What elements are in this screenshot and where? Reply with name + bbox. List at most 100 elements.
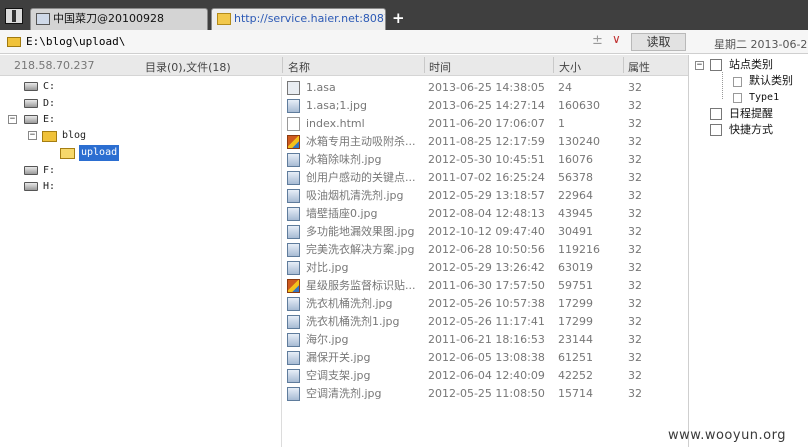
image-file-icon xyxy=(287,99,300,113)
file-row[interactable]: 吸油烟机清洗剂.jpg 2012-05-29 13:18:57 22964 32 xyxy=(284,187,688,205)
file-row[interactable]: 漏保开关.jpg 2012-06-05 13:08:38 61251 32 xyxy=(284,349,688,367)
file-row[interactable]: 洗衣机桶洗剂.jpg 2012-05-26 10:57:38 17299 32 xyxy=(284,295,688,313)
column-header-attr[interactable]: 属性 xyxy=(628,59,650,75)
folder-icon xyxy=(42,131,57,142)
current-date: 星期二 2013-06-25 xyxy=(714,38,808,51)
file-attr: 32 xyxy=(628,189,642,202)
type1-node[interactable]: Type1 xyxy=(749,91,779,105)
path-input[interactable]: E:\blog\upload\ xyxy=(26,33,630,51)
drive-label: F: xyxy=(43,165,56,176)
file-size: 16076 xyxy=(558,153,593,166)
drive-label: E: xyxy=(43,114,56,125)
file-size: 130240 xyxy=(558,135,600,148)
file-name: 海尔.jpg xyxy=(306,333,349,346)
file-attr: 32 xyxy=(628,315,642,328)
column-header-time[interactable]: 时间 xyxy=(429,59,451,75)
collapse-toggle-icon[interactable]: − xyxy=(695,61,704,70)
file-attr: 32 xyxy=(628,297,642,310)
column-divider[interactable] xyxy=(623,57,624,73)
tree-drive-e[interactable]: − E: xyxy=(8,112,68,128)
image-file-icon xyxy=(287,189,300,203)
add-bookmark-icon[interactable]: ± xyxy=(592,33,603,48)
file-attr: 32 xyxy=(628,243,642,256)
file-row[interactable]: 洗衣机桶洗剂1.jpg 2012-05-26 11:17:41 17299 32 xyxy=(284,313,688,331)
file-time: 2011-06-21 18:16:53 xyxy=(428,333,545,346)
drive-icon xyxy=(24,99,38,108)
file-name: 完美洗衣解决方案.jpg xyxy=(306,243,415,256)
file-name: 吸油烟机清洗剂.jpg xyxy=(306,189,404,202)
file-name: 洗衣机桶洗剂1.jpg xyxy=(306,315,400,328)
window-menu-icon[interactable] xyxy=(5,8,23,24)
file-row[interactable]: 对比.jpg 2012-05-29 13:26:42 63019 32 xyxy=(284,259,688,277)
asp-file-icon xyxy=(287,81,300,95)
address-bar: E:\blog\upload\ ± ∨ 读取 星期二 2013-06-25 xyxy=(0,30,808,54)
window-icon xyxy=(36,13,50,25)
file-attr: 32 xyxy=(628,351,642,364)
file-attr: 32 xyxy=(628,369,642,382)
file-time: 2012-05-26 11:17:41 xyxy=(428,315,545,328)
file-row[interactable]: 墙壁插座0.jpg 2012-08-04 12:48:13 43945 32 xyxy=(284,205,688,223)
image-file-icon xyxy=(287,369,300,383)
column-divider[interactable] xyxy=(553,57,554,73)
file-row[interactable]: 海尔.jpg 2011-06-21 18:16:53 23144 32 xyxy=(284,331,688,349)
file-time: 2011-06-30 17:57:50 xyxy=(428,279,545,292)
tab-caidao[interactable]: 中国菜刀@20100928 xyxy=(30,8,208,30)
read-button[interactable]: 读取 xyxy=(631,33,686,51)
site-category-node[interactable]: 站点类别 xyxy=(729,58,773,72)
picture-file-icon xyxy=(287,135,300,149)
file-row[interactable]: 多功能地漏效果图.jpg 2012-10-12 09:47:40 30491 32 xyxy=(284,223,688,241)
file-row[interactable]: 创用户感动的关键点... 2011-07-02 16:25:24 56378 32 xyxy=(284,169,688,187)
file-row[interactable]: index.html 2011-06-20 17:06:07 1 32 xyxy=(284,115,688,133)
file-time: 2011-08-25 12:17:59 xyxy=(428,135,545,148)
tree-folder-blog[interactable]: − blog xyxy=(28,128,108,144)
schedule-node[interactable]: 日程提醒 xyxy=(729,107,773,121)
file-attr: 32 xyxy=(628,171,642,184)
collapse-toggle-icon[interactable]: − xyxy=(28,131,37,140)
file-row[interactable]: 冰箱专用主动吸附杀... 2011-08-25 12:17:59 130240 32 xyxy=(284,133,688,151)
default-category-node[interactable]: 默认类别 xyxy=(749,74,793,88)
new-tab-button[interactable]: + xyxy=(392,10,405,26)
image-file-icon xyxy=(287,225,300,239)
list-header: 218.58.70.237 目录(0),文件(18) 名称 时间 大小 属性 xyxy=(0,55,688,76)
file-row[interactable]: 完美洗衣解决方案.jpg 2012-06-28 10:50:56 119216 32 xyxy=(284,241,688,259)
chevron-down-icon[interactable]: ∨ xyxy=(612,32,621,46)
tab-label: 中国菜刀@20100928 xyxy=(53,12,164,25)
folder-icon xyxy=(7,37,21,47)
drive-icon xyxy=(24,115,38,124)
html-file-icon xyxy=(287,117,300,131)
file-time: 2012-05-30 10:45:51 xyxy=(428,153,545,166)
file-attr: 32 xyxy=(628,225,642,238)
shortcuts-node[interactable]: 快捷方式 xyxy=(729,123,773,137)
file-size: 30491 xyxy=(558,225,593,238)
file-row[interactable]: 冰箱除味剂.jpg 2012-05-30 10:45:51 16076 32 xyxy=(284,151,688,169)
file-size: 24 xyxy=(558,81,572,94)
column-header-name[interactable]: 名称 xyxy=(288,59,310,75)
file-time: 2012-06-05 13:08:38 xyxy=(428,351,545,364)
file-size: 119216 xyxy=(558,243,600,256)
file-attr: 32 xyxy=(628,387,642,400)
file-row[interactable]: 星级服务监督标识贴... 2011-06-30 17:57:50 59751 32 xyxy=(284,277,688,295)
column-divider[interactable] xyxy=(282,57,283,73)
file-time: 2012-05-26 10:57:38 xyxy=(428,297,545,310)
file-size: 23144 xyxy=(558,333,593,346)
collapse-toggle-icon[interactable]: − xyxy=(8,115,17,124)
file-name: 漏保开关.jpg xyxy=(306,351,371,364)
file-attr: 32 xyxy=(628,99,642,112)
file-row[interactable]: 1.asa 2013-06-25 14:38:05 24 32 xyxy=(284,79,688,97)
file-attr: 32 xyxy=(628,153,642,166)
file-row[interactable]: 空调支架.jpg 2012-06-04 12:40:09 42252 32 xyxy=(284,367,688,385)
site-panel: − 站点类别 默认类别 Type1 日程提醒 快捷方式 xyxy=(688,55,808,447)
file-row[interactable]: 空调清洗剂.jpg 2012-05-25 11:08:50 15714 32 xyxy=(284,385,688,403)
tab-service-url[interactable]: http://service.haier.net:8087/... xyxy=(211,8,386,30)
tree-line xyxy=(722,72,723,99)
directory-summary: 目录(0),文件(18) xyxy=(145,61,231,74)
file-list: 1.asa 2013-06-25 14:38:05 24 32 1.asa;1.jpg… xyxy=(284,77,688,401)
folder-icon xyxy=(217,13,231,25)
tree-folder-upload[interactable]: upload xyxy=(60,145,130,161)
file-name: 1.asa;1.jpg xyxy=(306,99,367,112)
column-divider[interactable] xyxy=(424,57,425,73)
file-row[interactable]: 1.asa;1.jpg 2013-06-25 14:27:14 160630 32 xyxy=(284,97,688,115)
column-header-size[interactable]: 大小 xyxy=(559,59,581,75)
drive-icon xyxy=(24,182,38,191)
file-size: 42252 xyxy=(558,369,593,382)
